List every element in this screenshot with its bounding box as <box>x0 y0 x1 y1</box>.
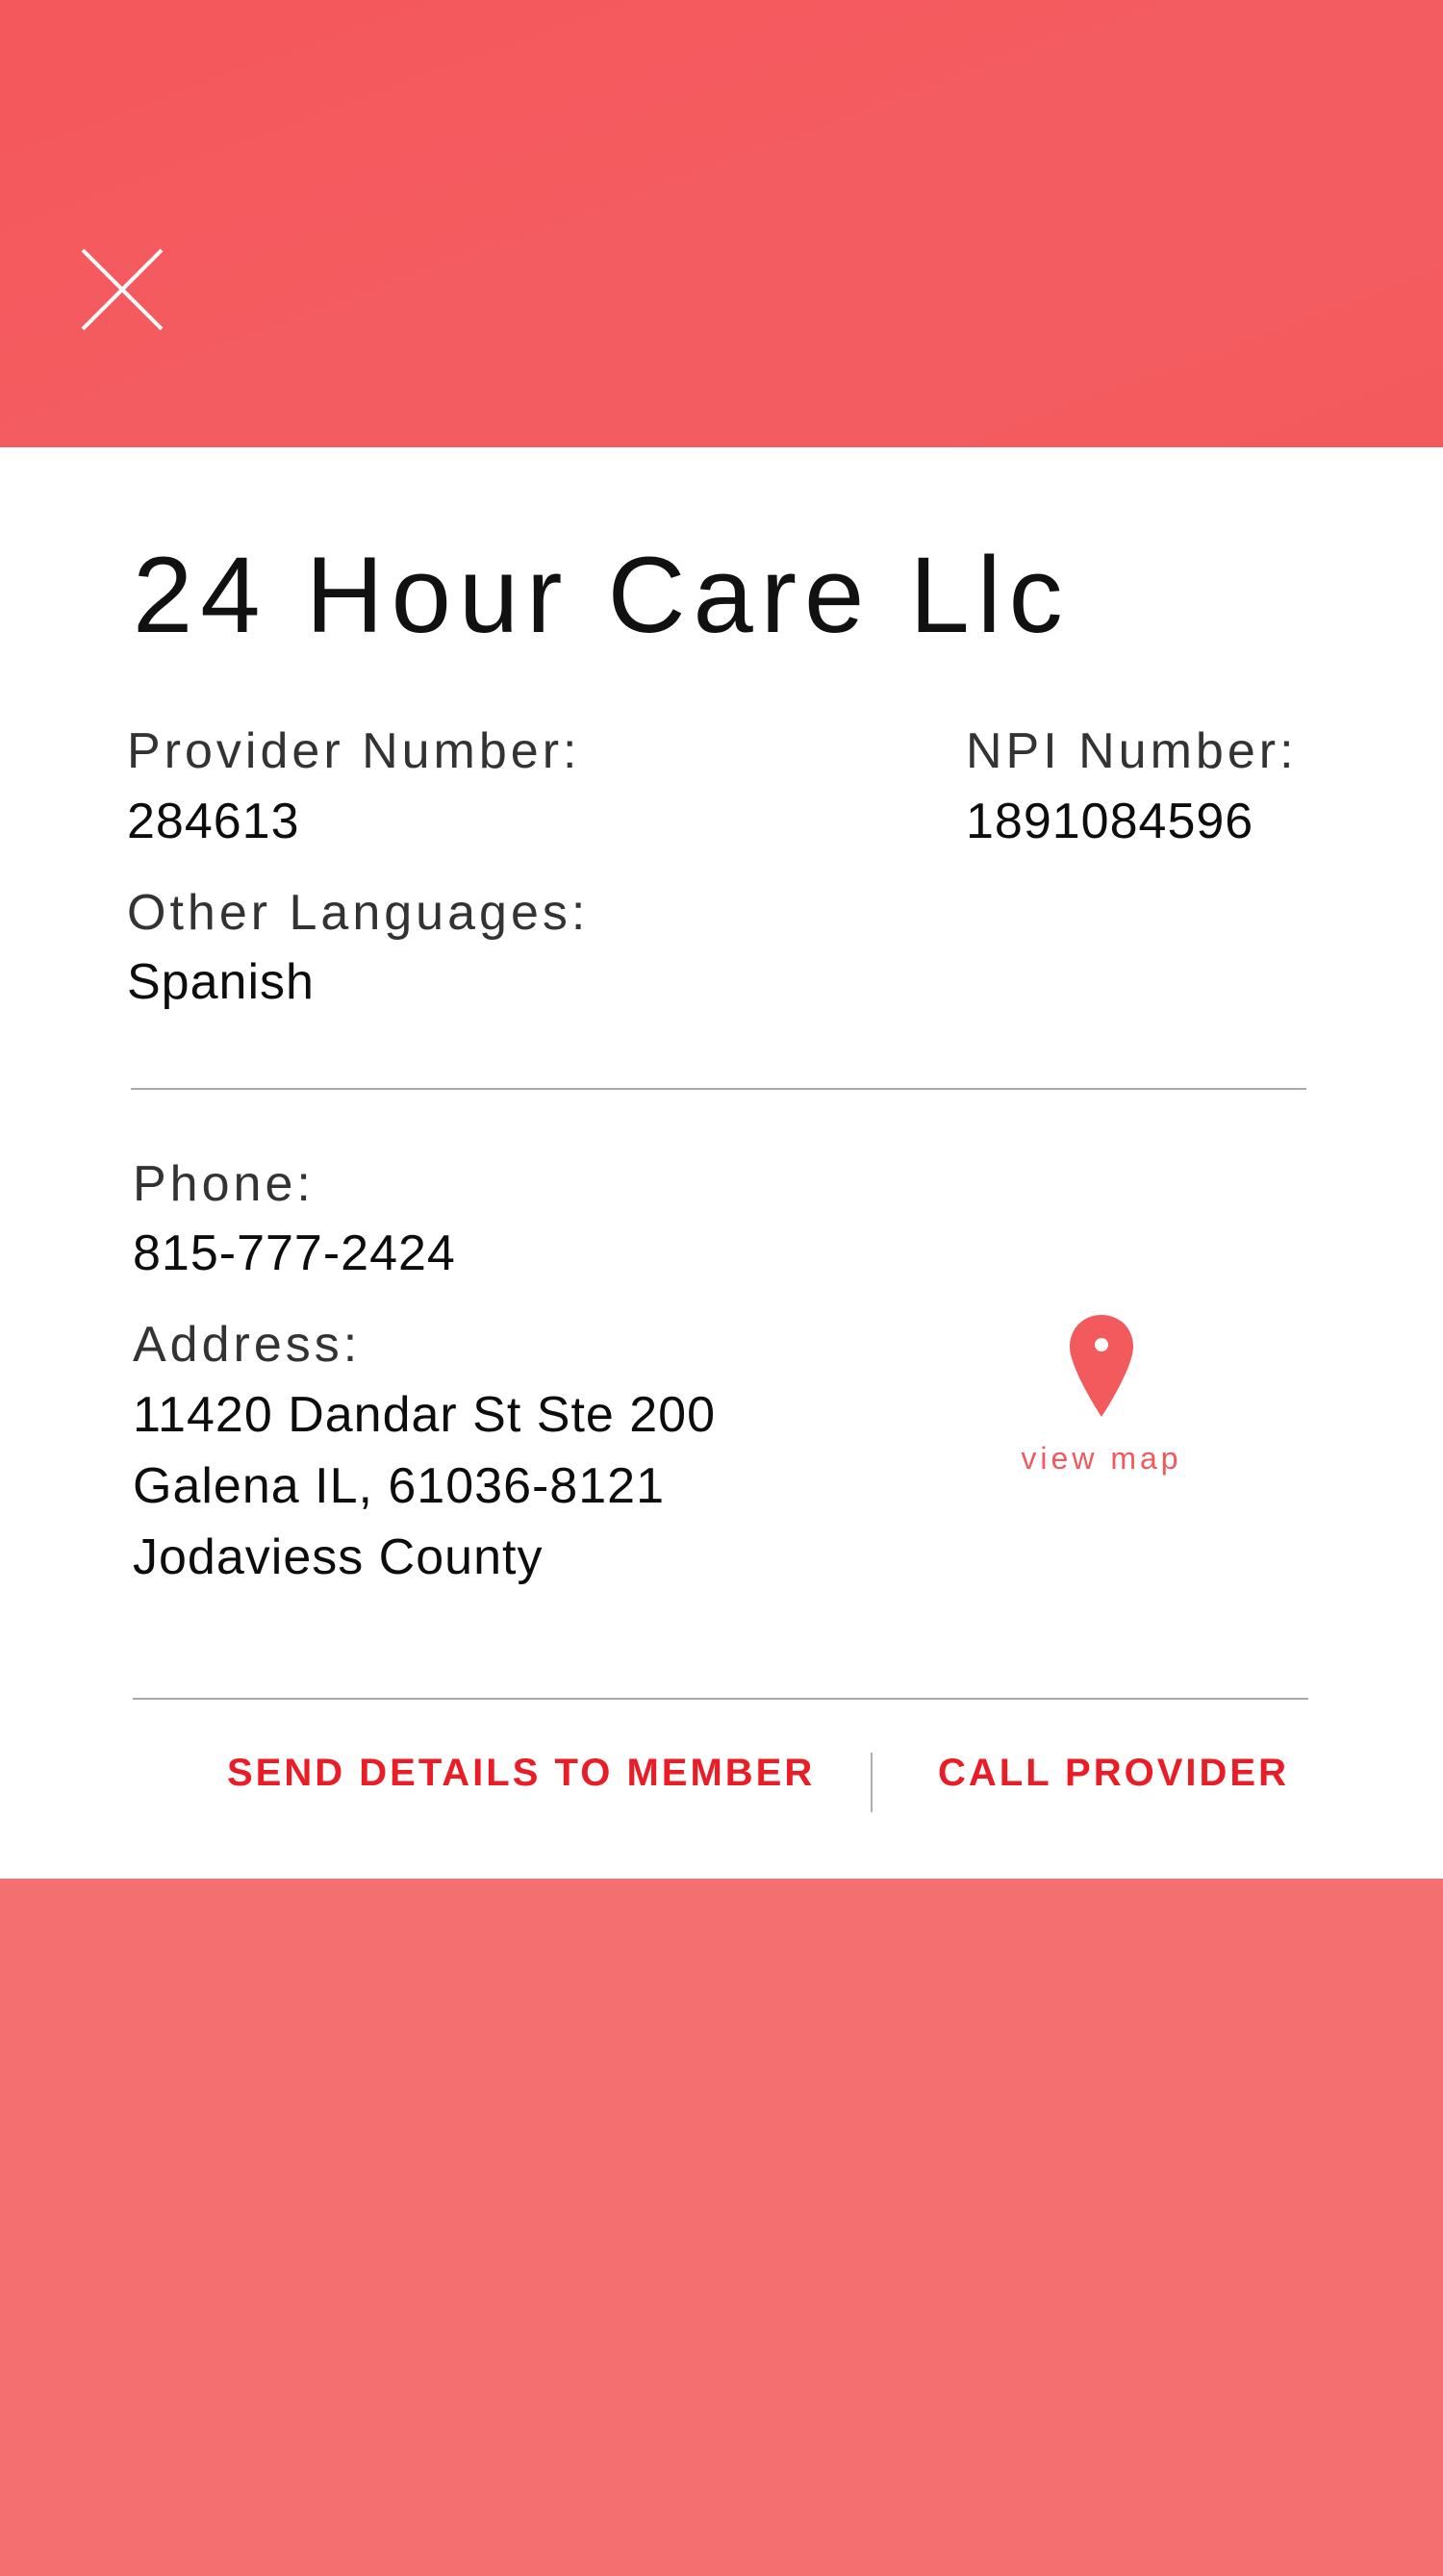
npi-number-value: 1891084596 <box>966 794 1254 849</box>
provider-detail-card: 24 Hour Care Llc Provider Number: 284613… <box>0 447 1443 1879</box>
close-button[interactable] <box>81 248 164 331</box>
modal-backdrop[interactable] <box>0 1879 1443 2576</box>
actions-separator <box>871 1753 873 1812</box>
send-details-button[interactable]: SEND DETAILS TO MEMBER <box>227 1752 815 1795</box>
provider-number-value: 284613 <box>127 794 300 849</box>
phone-value[interactable]: 815-777-2424 <box>133 1225 456 1281</box>
address-line-3: Jodaviess County <box>133 1529 544 1585</box>
view-map-link[interactable]: view map <box>962 1441 1241 1477</box>
header-bar <box>0 0 1443 447</box>
address-line-1: 11420 Dandar St Ste 200 <box>133 1387 717 1443</box>
other-languages-label: Other Languages: <box>127 885 590 941</box>
close-icon <box>81 248 164 331</box>
other-languages-value: Spanish <box>127 954 315 1010</box>
npi-number-label: NPI Number: <box>966 723 1298 779</box>
address-line-2: Galena IL, 61036-8121 <box>133 1458 665 1514</box>
phone-label: Phone: <box>133 1156 315 1212</box>
map-pin-icon[interactable] <box>1068 1313 1135 1419</box>
call-provider-button[interactable]: CALL PROVIDER <box>938 1752 1289 1795</box>
actions-divider <box>133 1698 1308 1700</box>
address-label: Address: <box>133 1317 362 1373</box>
section-divider <box>131 1088 1306 1090</box>
provider-number-label: Provider Number: <box>127 723 581 779</box>
provider-name: 24 Hour Care Llc <box>133 535 1071 655</box>
